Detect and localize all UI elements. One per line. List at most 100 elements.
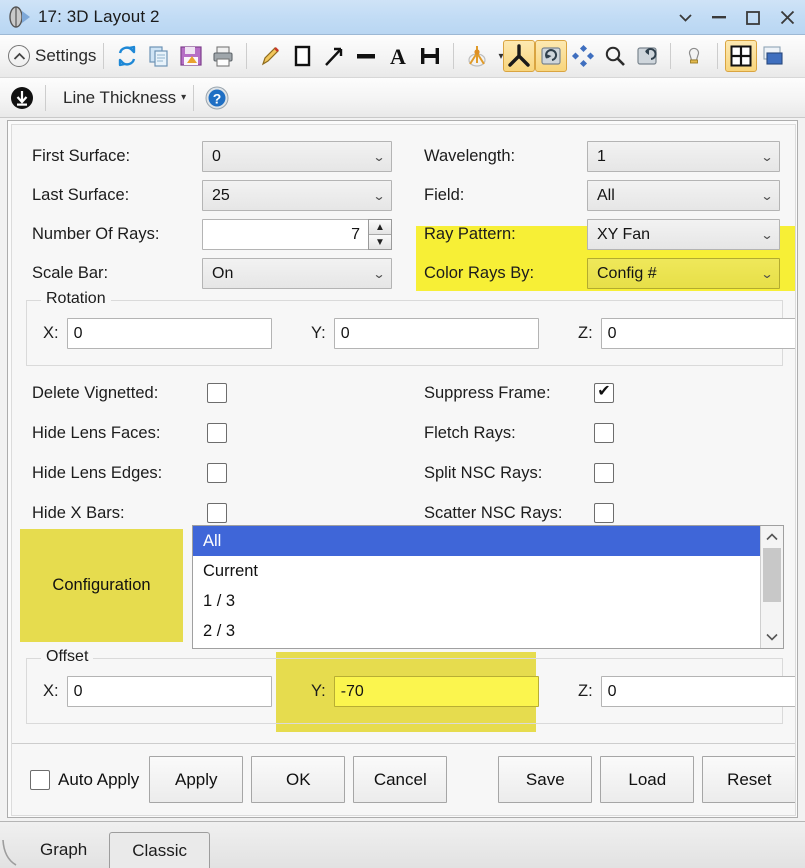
rotation-z-input[interactable]: 0 <box>601 318 796 349</box>
suppress-frame-checkbox[interactable] <box>594 383 614 403</box>
configuration-label: Configuration <box>20 529 183 642</box>
window-menu-button[interactable] <box>675 8 695 28</box>
split-nsc-rays-checkbox[interactable] <box>594 463 614 483</box>
list-item[interactable]: 2 / 3 <box>193 616 783 646</box>
field-row-number-of-rays: Number Of Rays: 7 ▲ ▼ <box>32 215 402 254</box>
scrollbar-thumb[interactable] <box>763 548 781 602</box>
maximize-button[interactable] <box>743 8 763 28</box>
scale-bar-dropdown[interactable]: On ⌄ <box>202 258 392 289</box>
reset-button[interactable]: Reset <box>702 756 796 803</box>
scroll-down-icon[interactable] <box>761 626 783 648</box>
3d-view-icon[interactable] <box>503 40 535 72</box>
list-item[interactable]: Current <box>193 556 783 586</box>
scatter-nsc-rays-checkbox[interactable] <box>594 503 614 523</box>
number-of-rays-value: 7 <box>351 226 360 244</box>
cancel-button[interactable]: Cancel <box>353 756 447 803</box>
rectangle-icon[interactable] <box>286 40 318 72</box>
tab-strip-curve <box>0 832 18 868</box>
last-surface-dropdown[interactable]: 25 ⌄ <box>202 180 392 211</box>
pencil-icon[interactable] <box>254 40 286 72</box>
lamp-icon[interactable] <box>678 40 710 72</box>
rotation-z-label: Z: <box>578 324 593 343</box>
number-of-rays-label: Number Of Rays: <box>32 225 202 244</box>
refresh-icon[interactable] <box>111 40 143 72</box>
rotation-y-input[interactable]: 0 <box>334 318 539 349</box>
number-of-rays-stepper[interactable]: ▲ ▼ <box>368 219 392 250</box>
offset-group: Offset X: 0 Y: -70 Z: 0 <box>26 658 783 724</box>
hide-x-bars-checkbox[interactable] <box>207 503 227 523</box>
configuration-label-text: Configuration <box>52 576 150 595</box>
checkbox-row-hide-lens-faces: Hide Lens Faces: <box>32 413 412 453</box>
tab-classic[interactable]: Classic <box>109 832 210 868</box>
minimize-button[interactable] <box>709 8 729 28</box>
hide-lens-edges-checkbox[interactable] <box>207 463 227 483</box>
copy-icon[interactable] <box>143 40 175 72</box>
checkbox-row-fletch-rays: Fletch Rays: <box>424 413 796 453</box>
list-item[interactable]: 1 / 3 <box>193 586 783 616</box>
tab-graph-label: Graph <box>40 840 87 860</box>
chevron-up-circle-icon[interactable] <box>8 45 30 67</box>
zoom-icon[interactable] <box>599 40 631 72</box>
undo-view-icon[interactable] <box>631 40 663 72</box>
offset-y-value: -70 <box>341 683 364 701</box>
line-icon[interactable] <box>350 40 382 72</box>
number-of-rays-input[interactable]: 7 <box>202 219 369 250</box>
offset-z-input[interactable]: 0 <box>601 676 796 707</box>
field-dropdown[interactable]: All ⌄ <box>587 180 780 211</box>
rotation-group: Rotation X: 0 Y: 0 Z: 0 <box>26 300 783 366</box>
auto-apply-checkbox[interactable] <box>30 770 50 790</box>
fletch-rays-checkbox[interactable] <box>594 423 614 443</box>
scroll-up-icon[interactable] <box>761 526 783 548</box>
list-item-label: 2 / 3 <box>203 622 235 641</box>
wavelength-dropdown[interactable]: 1 ⌄ <box>587 141 780 172</box>
text-icon[interactable]: A <box>382 40 414 72</box>
checkbox-row-split-nsc-rays: Split NSC Rays: <box>424 453 796 493</box>
stepper-up-icon[interactable]: ▲ <box>369 220 391 235</box>
offset-legend: Offset <box>41 648 93 666</box>
toolbar-divider <box>717 43 718 69</box>
list-item[interactable]: All <box>193 526 783 556</box>
hide-lens-faces-checkbox[interactable] <box>207 423 227 443</box>
ray-pattern-value: XY Fan <box>597 226 650 244</box>
settings-button[interactable]: Settings <box>35 46 96 66</box>
fit-window-icon[interactable] <box>725 40 757 72</box>
print-icon[interactable] <box>207 40 239 72</box>
title-bar: 17: 3D Layout 2 <box>0 0 805 35</box>
chevron-down-icon[interactable]: ▾ <box>181 92 186 103</box>
auto-apply-toggle[interactable]: Auto Apply <box>30 770 139 790</box>
help-icon[interactable]: ? <box>201 82 233 114</box>
rotate-view-icon[interactable] <box>535 40 567 72</box>
close-button[interactable] <box>777 8 797 28</box>
chevron-down-icon: ⌄ <box>372 267 385 281</box>
arrow-icon[interactable] <box>318 40 350 72</box>
configuration-listbox[interactable]: All Current 1 / 3 2 / 3 <box>192 525 784 649</box>
save-button[interactable]: Save <box>498 756 592 803</box>
download-icon[interactable] <box>6 82 38 114</box>
chevron-down-icon: ⌄ <box>372 189 385 203</box>
first-surface-dropdown[interactable]: 0 ⌄ <box>202 141 392 172</box>
stepper-down-icon[interactable]: ▼ <box>369 235 391 249</box>
color-rays-by-value: Config # <box>597 265 657 283</box>
toolbar-divider <box>103 43 104 69</box>
checkbox-row-hide-lens-edges: Hide Lens Edges: <box>32 453 412 493</box>
configuration-scrollbar[interactable] <box>760 526 783 648</box>
ok-button[interactable]: OK <box>251 756 345 803</box>
ray-trace-icon[interactable] <box>461 40 493 72</box>
dimension-icon[interactable] <box>414 40 446 72</box>
apply-button[interactable]: Apply <box>149 756 243 803</box>
line-thickness-button[interactable]: Line Thickness <box>63 88 176 108</box>
window-controls <box>675 0 797 35</box>
ray-pattern-dropdown[interactable]: XY Fan ⌄ <box>587 219 780 250</box>
action-bar: Auto Apply Apply OK Cancel Save Load Res… <box>12 743 796 815</box>
delete-vignetted-checkbox[interactable] <box>207 383 227 403</box>
offset-y-input[interactable]: -70 <box>334 676 539 707</box>
pan-icon[interactable] <box>567 40 599 72</box>
rotation-x-input[interactable]: 0 <box>67 318 272 349</box>
tab-graph[interactable]: Graph <box>18 832 109 868</box>
load-button[interactable]: Load <box>600 756 694 803</box>
window-layout-icon[interactable] <box>757 40 789 72</box>
offset-x-input[interactable]: 0 <box>67 676 272 707</box>
scrollbar-track[interactable] <box>761 602 783 626</box>
color-rays-by-dropdown[interactable]: Config # ⌄ <box>587 258 780 289</box>
save-image-icon[interactable] <box>175 40 207 72</box>
